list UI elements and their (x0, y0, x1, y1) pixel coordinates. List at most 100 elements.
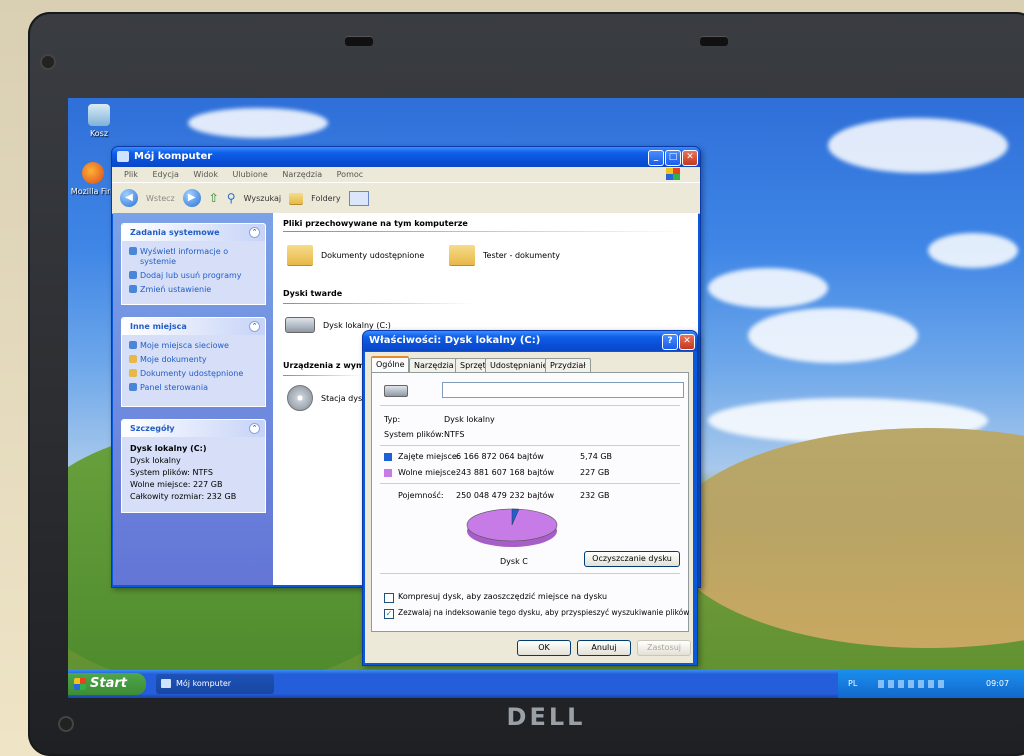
task-add-remove[interactable]: Dodaj lub usuń programy (122, 269, 265, 283)
cloud (928, 233, 1018, 268)
search-button[interactable]: Wyszukaj (244, 194, 282, 203)
compress-checkbox[interactable] (384, 593, 394, 603)
place-shared-documents[interactable]: Dokumenty udostępnione (122, 367, 265, 381)
task-system-info[interactable]: Wyświetl informacje o systemie (122, 245, 265, 269)
task-change-setting[interactable]: Zmień ustawienie (122, 283, 265, 297)
system-tasks-box: Zadania systemowe ⌃ Wyświetl informacje o… (121, 223, 266, 305)
tab-tools[interactable]: Narzędzia (409, 358, 459, 372)
apply-button[interactable]: Zastosuj (637, 640, 691, 656)
free-gb: 227 GB (580, 468, 610, 477)
language-indicator[interactable]: PL (848, 670, 857, 698)
back-button-label[interactable]: Wstecz (146, 194, 175, 203)
menu-edit[interactable]: Edycja (152, 170, 178, 179)
capacity-bytes: 250 048 479 232 bajtów (456, 491, 555, 500)
help-button[interactable]: ? (662, 334, 678, 350)
fs-value: NTFS (444, 430, 465, 439)
clock[interactable]: 09:07 (986, 670, 1009, 698)
section-files: Pliki przechowywane na tym komputerze (283, 219, 468, 228)
cancel-button[interactable]: Anuluj (577, 640, 631, 656)
forward-arrow-icon[interactable]: ▶ (182, 189, 201, 207)
used-space-swatch (384, 453, 392, 461)
place-label: Dokumenty udostępnione (140, 369, 244, 378)
section-divider (283, 303, 473, 304)
system-tasks-header[interactable]: Zadania systemowe ⌃ (122, 224, 265, 241)
tab-sharing[interactable]: Udostępnianie (485, 358, 553, 372)
drive-name-input[interactable] (442, 382, 684, 398)
folder-icon (287, 245, 313, 265)
cloud (188, 108, 328, 138)
item-cd-drive[interactable]: Stacja dys (287, 385, 362, 411)
place-my-documents[interactable]: Moje dokumenty (122, 353, 265, 367)
other-places-header[interactable]: Inne miejsca ⌃ (122, 318, 265, 335)
dialog-titlebar[interactable]: Właściwości: Dysk lokalny (C:) ? ✕ (363, 331, 697, 351)
fs-label: System plików: (384, 430, 444, 439)
index-label: Zezwalaj na indeksowanie tego dysku, aby… (398, 608, 690, 617)
item-label: Tester - dokumenty (483, 250, 561, 260)
tab-general[interactable]: Ogólne (371, 356, 410, 373)
details-free: Wolne miejsce: 227 GB (130, 480, 223, 489)
place-label: Panel sterowania (140, 383, 208, 392)
taskbar-window-label: Mój komputer (176, 679, 232, 688)
capacity-gb: 232 GB (580, 491, 610, 500)
separator (380, 483, 680, 484)
views-icon[interactable] (348, 190, 369, 206)
maximize-button[interactable]: □ (665, 150, 681, 166)
menu-view[interactable]: Widok (193, 170, 218, 179)
screw-icon (42, 56, 54, 68)
section-divider (283, 231, 688, 232)
desktop-icon-recycle-bin[interactable]: Kosz (74, 104, 124, 138)
properties-dialog: Właściwości: Dysk lokalny (C:) ? ✕ Ogóln… (362, 330, 698, 666)
close-button[interactable]: ✕ (682, 150, 698, 166)
place-control-panel[interactable]: Panel sterowania (122, 381, 265, 395)
cloud (828, 118, 1008, 173)
cd-drive-icon (287, 385, 313, 411)
computer-icon (117, 151, 129, 162)
minimize-button[interactable]: _ (648, 150, 664, 166)
chevron-up-icon[interactable]: ⌃ (249, 321, 260, 332)
capacity-label: Pojemność: (398, 491, 444, 500)
up-folder-icon[interactable]: ⇧ (209, 191, 219, 205)
task-label: Wyświetl informacje o systemie (140, 247, 229, 266)
close-button[interactable]: ✕ (679, 334, 695, 350)
other-places-box: Inne miejsca ⌃ Moje miejsca sieciowe Moje… (121, 317, 266, 407)
recycle-bin-icon (88, 104, 110, 126)
hard-drive-icon (285, 317, 315, 333)
menu-tools[interactable]: Narzędzia (282, 170, 322, 179)
index-checkbox[interactable]: ✓ (384, 609, 394, 619)
back-arrow-icon[interactable]: ◀ (120, 189, 138, 207)
chevron-up-icon[interactable]: ⌃ (249, 227, 260, 238)
task-label: Dodaj lub usuń programy (140, 271, 242, 280)
place-network[interactable]: Moje miejsca sieciowe (122, 339, 265, 353)
section-devices: Urządzenia z wym (283, 361, 365, 370)
hinge-right (700, 36, 728, 46)
dialog-body: Ogólne Narzędzia Sprzęt Udostępnianie Pr… (365, 352, 693, 663)
menu-favorites[interactable]: Ulubione (233, 170, 268, 179)
item-label: Dysk lokalny (C:) (323, 320, 391, 330)
details-header[interactable]: Szczegóły ⌃ (122, 420, 265, 437)
windows-logo-icon (74, 678, 86, 690)
explorer-titlebar[interactable]: Mój komputer _ □ ✕ (112, 147, 700, 167)
folder-icon (129, 355, 137, 363)
disk-cleanup-button[interactable]: Oczyszczanie dysku (584, 551, 680, 567)
used-bytes: 6 166 872 064 bajtów (456, 452, 544, 461)
ok-button[interactable]: OK (517, 640, 571, 656)
item-shared-documents[interactable]: Dokumenty udostępnione (287, 245, 424, 265)
task-pane: Zadania systemowe ⌃ Wyświetl informacje o… (113, 213, 273, 585)
start-button[interactable]: Start (68, 673, 146, 695)
menu-help[interactable]: Pomoc (337, 170, 364, 179)
tray-icons[interactable] (878, 680, 948, 688)
menu-file[interactable]: Plik (124, 170, 138, 179)
chevron-up-icon[interactable]: ⌃ (249, 423, 260, 434)
dialog-title: Właściwości: Dysk lokalny (C:) (369, 335, 541, 346)
folders-button[interactable]: Foldery (311, 194, 340, 203)
settings-icon (129, 285, 137, 293)
tab-quota[interactable]: Przydział (545, 358, 591, 372)
box-title: Szczegóły (130, 424, 175, 433)
item-tester-documents[interactable]: Tester - dokumenty (449, 245, 560, 265)
type-value: Dysk lokalny (444, 415, 495, 424)
type-label: Typ: (384, 415, 401, 424)
tab-panel-general: Typ: Dysk lokalny System plików: NTFS Za… (371, 372, 689, 632)
menubar: Plik Edycja Widok Ulubione Narzędzia Pom… (112, 167, 700, 182)
taskbar-window-button[interactable]: Mój komputer (156, 674, 274, 694)
free-space-swatch (384, 469, 392, 477)
